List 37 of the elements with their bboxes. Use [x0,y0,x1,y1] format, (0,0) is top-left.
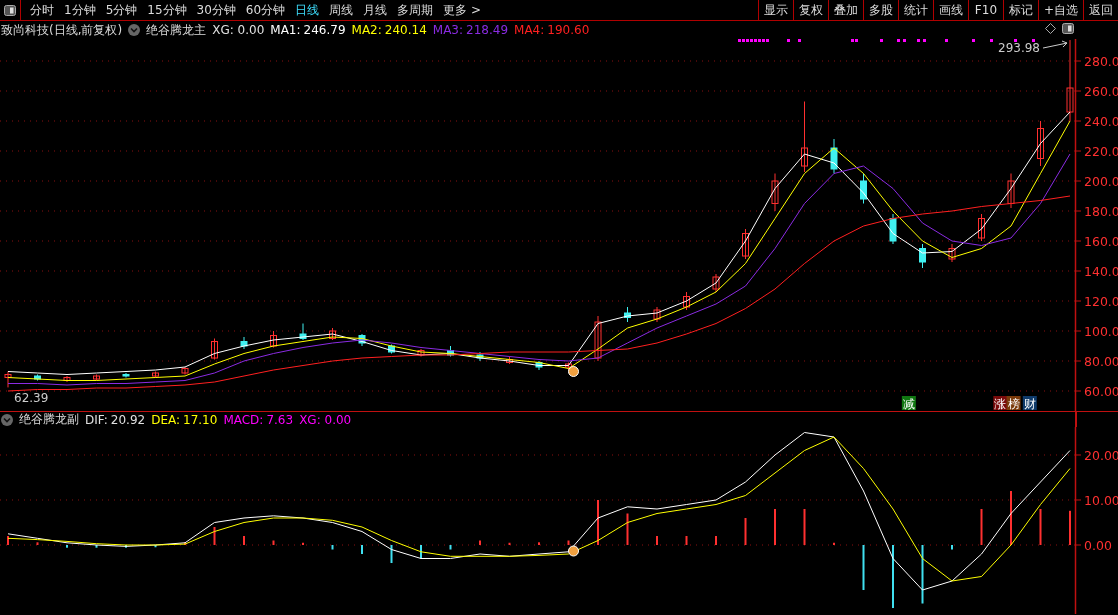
signal-tag: 财 [1022,396,1037,411]
axis-label: 100.0 [1084,324,1118,339]
legend-label: MA1: [270,23,301,37]
axis-label: 120.0 [1084,294,1118,309]
legend-label: MA3: [432,23,464,37]
axis-label: 280.0 [1084,54,1118,69]
axis-label: 240.0 [1084,114,1118,129]
legend-label: MA2: [351,23,382,37]
axis-label: 180.0 [1084,204,1118,219]
axis-label: 80.00 [1084,354,1118,369]
signal-tag: 减 [901,396,916,411]
legend-label: MA4: [514,23,545,37]
legend-label: DEA: [151,412,181,427]
legend-value: 246.79 [303,23,346,37]
stock-title: 致尚科技(日线,前复权) [1,21,123,39]
axis-label: 10.00 [1084,493,1118,508]
axis-label: 140.0 [1084,264,1118,279]
legend-value: 17.10 [183,412,218,427]
high-price-label: 293.98 [998,41,1040,56]
axis-label: 220.0 [1084,144,1118,159]
legend-label: MACD: [223,412,264,427]
signal-tag: 涨 [993,396,1008,411]
legend-value: 240.14 [384,23,427,37]
axis-label: 260.0 [1084,84,1118,99]
axis-label: 0.00 [1084,538,1112,553]
legend-value: 20.92 [110,412,146,427]
low-price-label: 62.39 [14,391,49,406]
legend-value: 218.49 [466,23,509,37]
axis-label: 60.00 [1084,384,1118,399]
legend-value: XG: 0.00 [299,412,352,427]
legend-value: 7.63 [266,412,294,427]
axis-label: 160.0 [1084,234,1118,249]
legend-value: 190.60 [547,23,590,37]
axis-label: 200.0 [1084,174,1118,189]
legend-label: DIF: [85,412,108,427]
legend-value: XG: 0.00 [212,23,265,37]
axis-label: 20.00 [1084,448,1118,463]
